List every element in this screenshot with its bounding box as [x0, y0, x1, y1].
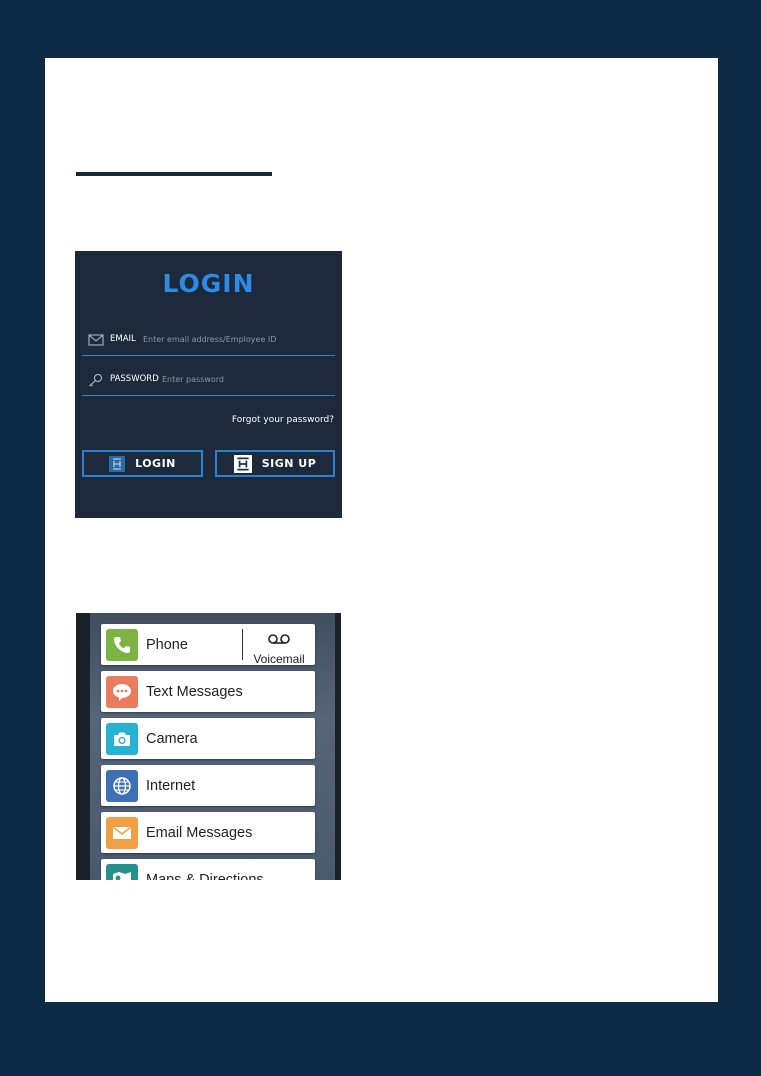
- email-input[interactable]: [143, 331, 293, 347]
- login-button-label: LOGIN: [135, 457, 176, 470]
- password-field[interactable]: PASSWORD: [82, 365, 335, 396]
- phone-bezel-left: [76, 613, 90, 880]
- voicemail-button[interactable]: Voicemail: [242, 629, 315, 666]
- key-icon: [89, 374, 102, 387]
- envelope-icon: [88, 334, 104, 346]
- content-card: LOGIN EMAIL PASSWORD Forgot your passwor…: [45, 58, 718, 1002]
- forgot-password-link[interactable]: Forgot your password?: [232, 415, 334, 425]
- launcher-item-email-messages[interactable]: Email Messages: [101, 812, 315, 853]
- email-field[interactable]: EMAIL: [82, 325, 335, 356]
- signup-button[interactable]: SIGN UP: [215, 450, 335, 477]
- login-screenshot: LOGIN EMAIL PASSWORD Forgot your passwor…: [75, 251, 342, 518]
- launcher-item-label: Maps & Directions: [146, 871, 264, 881]
- launcher-item-text-messages[interactable]: Text Messages: [101, 671, 315, 712]
- phone-icon: [106, 628, 138, 661]
- login-title: LOGIN: [162, 269, 255, 298]
- chat-bubble-icon: [106, 675, 138, 708]
- email-label: EMAIL: [110, 334, 136, 344]
- signup-icon: [233, 454, 252, 473]
- envelope-icon: [106, 816, 138, 849]
- globe-icon: [106, 769, 138, 802]
- password-label: PASSWORD: [110, 374, 159, 384]
- camera-icon: [106, 722, 138, 755]
- launcher-item-camera[interactable]: Camera: [101, 718, 315, 759]
- launcher-item-label: Phone: [146, 636, 188, 653]
- login-icon: [109, 455, 126, 472]
- launcher-item-label: Email Messages: [146, 824, 253, 841]
- map-icon: [106, 863, 138, 880]
- launcher-item-internet[interactable]: Internet: [101, 765, 315, 806]
- voicemail-label: Voicemail: [253, 652, 305, 666]
- voicemail-icon: [268, 634, 290, 644]
- heading-rule: [76, 172, 272, 176]
- launcher-item-phone[interactable]: Phone Voicemail: [101, 624, 315, 666]
- login-button[interactable]: LOGIN: [82, 450, 203, 477]
- signup-button-label: SIGN UP: [261, 457, 317, 470]
- phone-bezel-right: [335, 613, 341, 880]
- launcher-item-label: Camera: [146, 730, 198, 747]
- launcher-screenshot: Phone Voicemail Text Messages Camera Int…: [76, 613, 341, 880]
- launcher-item-maps-directions[interactable]: Maps & Directions: [101, 859, 315, 880]
- launcher-item-label: Internet: [146, 777, 196, 794]
- password-input[interactable]: [162, 371, 312, 387]
- launcher-item-label: Text Messages: [146, 683, 243, 700]
